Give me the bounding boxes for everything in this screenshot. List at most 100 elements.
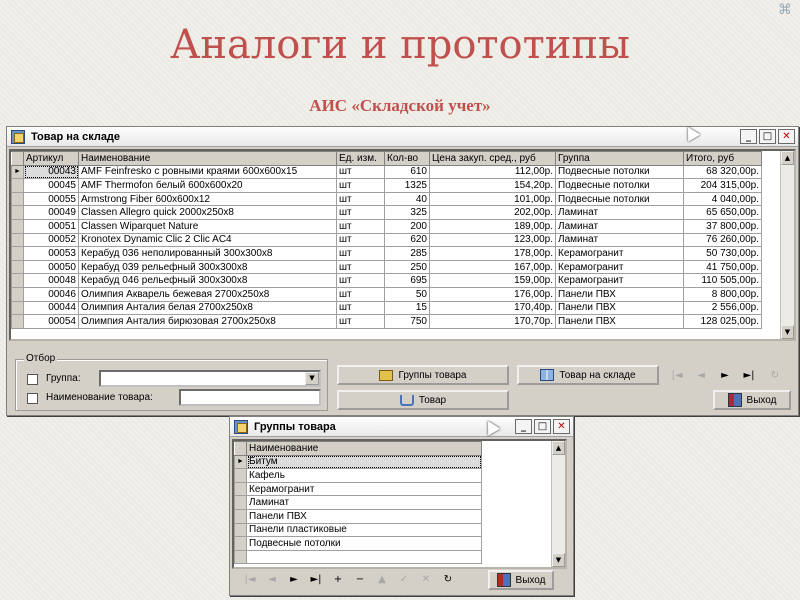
table-row[interactable]: 00055 Armstrong Fiber 600x600x12 шт 40 101,0… bbox=[11, 191, 762, 207]
exit-button[interactable]: Выход bbox=[713, 390, 791, 410]
table-cell[interactable]: 620 bbox=[384, 232, 430, 248]
table-row[interactable]: ► 00043 AMF Feinfresko с ровными краями 60… bbox=[11, 164, 762, 180]
table-cell[interactable]: Ламинат bbox=[555, 232, 684, 248]
table-cell[interactable]: 00050 bbox=[23, 259, 79, 275]
table-cell[interactable]: 325 bbox=[384, 205, 430, 220]
table-cell[interactable]: 40 bbox=[384, 191, 430, 207]
table-cell[interactable]: шт bbox=[336, 218, 385, 234]
table-cell[interactable]: Kronotex Dynamic Clic 2 Clic AC4 bbox=[78, 232, 337, 248]
table-cell[interactable]: Олимпия Анталия бирюзовая 2700x250x8 bbox=[78, 314, 337, 329]
table-row[interactable]: 00048 Керабуд 046 рельефный 300x300x8 шт 69… bbox=[11, 273, 762, 288]
table-cell[interactable]: 50 730,00р. bbox=[683, 246, 762, 261]
product-button[interactable]: Товар bbox=[337, 390, 509, 410]
table-cell[interactable]: шт bbox=[336, 205, 385, 220]
table-cell[interactable]: AMF Feinfresko с ровными краями 600x600x… bbox=[78, 164, 337, 180]
table-row[interactable]: 00049 Classen Allegro quick 2000x250x8 шт 3… bbox=[11, 205, 762, 220]
close-button[interactable]: ✕ bbox=[778, 129, 795, 144]
table-cell[interactable]: 00046 bbox=[23, 286, 79, 302]
table-cell[interactable]: 4 040,00р. bbox=[683, 191, 762, 207]
row-indicator[interactable]: ► bbox=[11, 164, 24, 180]
column-header[interactable]: Ед. изм. bbox=[336, 151, 385, 166]
groups-refresh-icon[interactable]: ↻ bbox=[438, 571, 458, 589]
row-indicator[interactable] bbox=[234, 481, 248, 497]
table-cell[interactable]: 128 025,00р. bbox=[683, 314, 762, 329]
nav-last-icon[interactable]: ►| bbox=[739, 367, 759, 385]
maximize-button[interactable]: □ bbox=[759, 129, 776, 144]
column-header[interactable]: Кол-во bbox=[384, 151, 430, 166]
table-cell[interactable]: 250 bbox=[384, 259, 430, 275]
table-cell[interactable]: шт bbox=[336, 164, 385, 180]
table-cell[interactable]: Панели ПВХ bbox=[246, 508, 482, 524]
nav-first-icon[interactable]: |◄ bbox=[667, 367, 687, 385]
row-indicator[interactable] bbox=[234, 536, 248, 551]
refresh-icon[interactable]: ↻ bbox=[765, 367, 785, 385]
table-cell[interactable]: шт bbox=[336, 191, 385, 207]
column-header[interactable]: Артикул bbox=[23, 151, 79, 166]
table-cell[interactable]: шт bbox=[336, 314, 385, 329]
table-cell[interactable]: 110 505,00р. bbox=[683, 273, 762, 288]
table-cell[interactable]: Панели ПВХ bbox=[555, 286, 684, 302]
stock-button[interactable]: Товар на складе bbox=[517, 365, 659, 385]
table-cell[interactable]: 170,70р. bbox=[429, 314, 556, 329]
table-cell[interactable]: 00054 bbox=[23, 314, 79, 329]
table-cell[interactable]: Панели ПВХ bbox=[555, 300, 684, 316]
groups-nav-prev-icon[interactable]: ◄ bbox=[262, 571, 282, 589]
table-cell[interactable]: шт bbox=[336, 178, 385, 193]
table-cell[interactable]: шт bbox=[336, 286, 385, 302]
table-cell[interactable]: Ламинат bbox=[246, 495, 482, 510]
table-cell[interactable]: 176,00р. bbox=[429, 286, 556, 302]
table-cell[interactable]: 37 800,00р. bbox=[683, 218, 762, 234]
stock-grid-scrollbar[interactable]: ▲ ▼ bbox=[780, 151, 794, 339]
table-cell[interactable]: Кафель bbox=[246, 468, 482, 483]
table-row[interactable]: 00053 Керабуд 036 неполированный 300x300x… bbox=[11, 246, 762, 261]
row-indicator[interactable] bbox=[11, 178, 24, 193]
row-indicator[interactable] bbox=[11, 232, 24, 248]
table-cell[interactable]: 750 bbox=[384, 314, 430, 329]
groups-post-icon[interactable]: ✓ bbox=[394, 571, 414, 589]
table-cell[interactable]: Керабуд 036 неполированный 300x300x8 bbox=[78, 246, 337, 261]
row-indicator[interactable] bbox=[234, 495, 248, 510]
groups-add-icon[interactable]: + bbox=[328, 571, 348, 589]
table-cell[interactable]: 154,20р. bbox=[429, 178, 556, 193]
row-indicator[interactable] bbox=[11, 314, 24, 329]
table-cell[interactable]: Керабуд 039 рельефный 300x300x8 bbox=[78, 259, 337, 275]
table-cell[interactable]: шт bbox=[336, 232, 385, 248]
table-cell[interactable]: Панели ПВХ bbox=[555, 314, 684, 329]
groups-nav-next-icon[interactable]: ► bbox=[284, 571, 304, 589]
table-cell[interactable]: 285 bbox=[384, 246, 430, 261]
groups-button[interactable]: Группы товара bbox=[337, 365, 509, 385]
table-cell[interactable]: 00048 bbox=[23, 273, 79, 288]
column-header[interactable]: Итого, руб bbox=[683, 151, 762, 166]
table-cell[interactable]: 00052 bbox=[23, 232, 79, 248]
table-cell[interactable]: 101,00р. bbox=[429, 191, 556, 207]
table-cell[interactable]: 00051 bbox=[23, 218, 79, 234]
table-cell[interactable]: Armstrong Fiber 600x600x12 bbox=[78, 191, 337, 207]
groups-scroll-up-icon[interactable]: ▲ bbox=[552, 441, 565, 455]
column-header[interactable]: Группа bbox=[555, 151, 684, 166]
groups-column-header[interactable]: Наименование bbox=[246, 441, 482, 456]
groups-grid[interactable]: Наименование ► Битум Кафель Керамогранит Лам… bbox=[232, 439, 567, 569]
groups-grid-scrollbar[interactable]: ▲ ▼ bbox=[551, 441, 565, 567]
column-header[interactable]: Наименование bbox=[78, 151, 337, 166]
table-cell[interactable]: 00049 bbox=[23, 205, 79, 220]
table-cell[interactable]: 167,00р. bbox=[429, 259, 556, 275]
table-cell[interactable]: Classen Wiparquet Nature bbox=[78, 218, 337, 234]
table-cell[interactable]: Панели пластиковые bbox=[246, 522, 482, 538]
table-cell[interactable]: 8 800,00р. bbox=[683, 286, 762, 302]
table-cell[interactable]: 41 750,00р. bbox=[683, 259, 762, 275]
table-cell[interactable]: 00044 bbox=[23, 300, 79, 316]
table-cell[interactable]: 76 260,00р. bbox=[683, 232, 762, 248]
list-item[interactable]: Подвесные потолки bbox=[234, 536, 482, 551]
groups-exit-button[interactable]: Выход bbox=[488, 570, 554, 590]
row-indicator[interactable] bbox=[234, 508, 248, 524]
table-row[interactable]: 00051 Classen Wiparquet Nature шт 200 189,00… bbox=[11, 218, 762, 234]
list-item[interactable]: ► Битум bbox=[234, 454, 482, 470]
table-row[interactable]: 00044 Олимпия Анталия белая 2700x250x8 шт 1… bbox=[11, 300, 762, 316]
table-cell[interactable]: Олимпия Анталия белая 2700x250x8 bbox=[78, 300, 337, 316]
table-cell[interactable]: Керамогранит bbox=[555, 246, 684, 261]
row-indicator[interactable] bbox=[11, 286, 24, 302]
table-cell[interactable]: 2 556,00р. bbox=[683, 300, 762, 316]
row-indicator[interactable] bbox=[11, 218, 24, 234]
groups-close-button[interactable]: ✕ bbox=[553, 419, 570, 434]
groups-cancel-icon[interactable]: ✕ bbox=[416, 571, 436, 589]
